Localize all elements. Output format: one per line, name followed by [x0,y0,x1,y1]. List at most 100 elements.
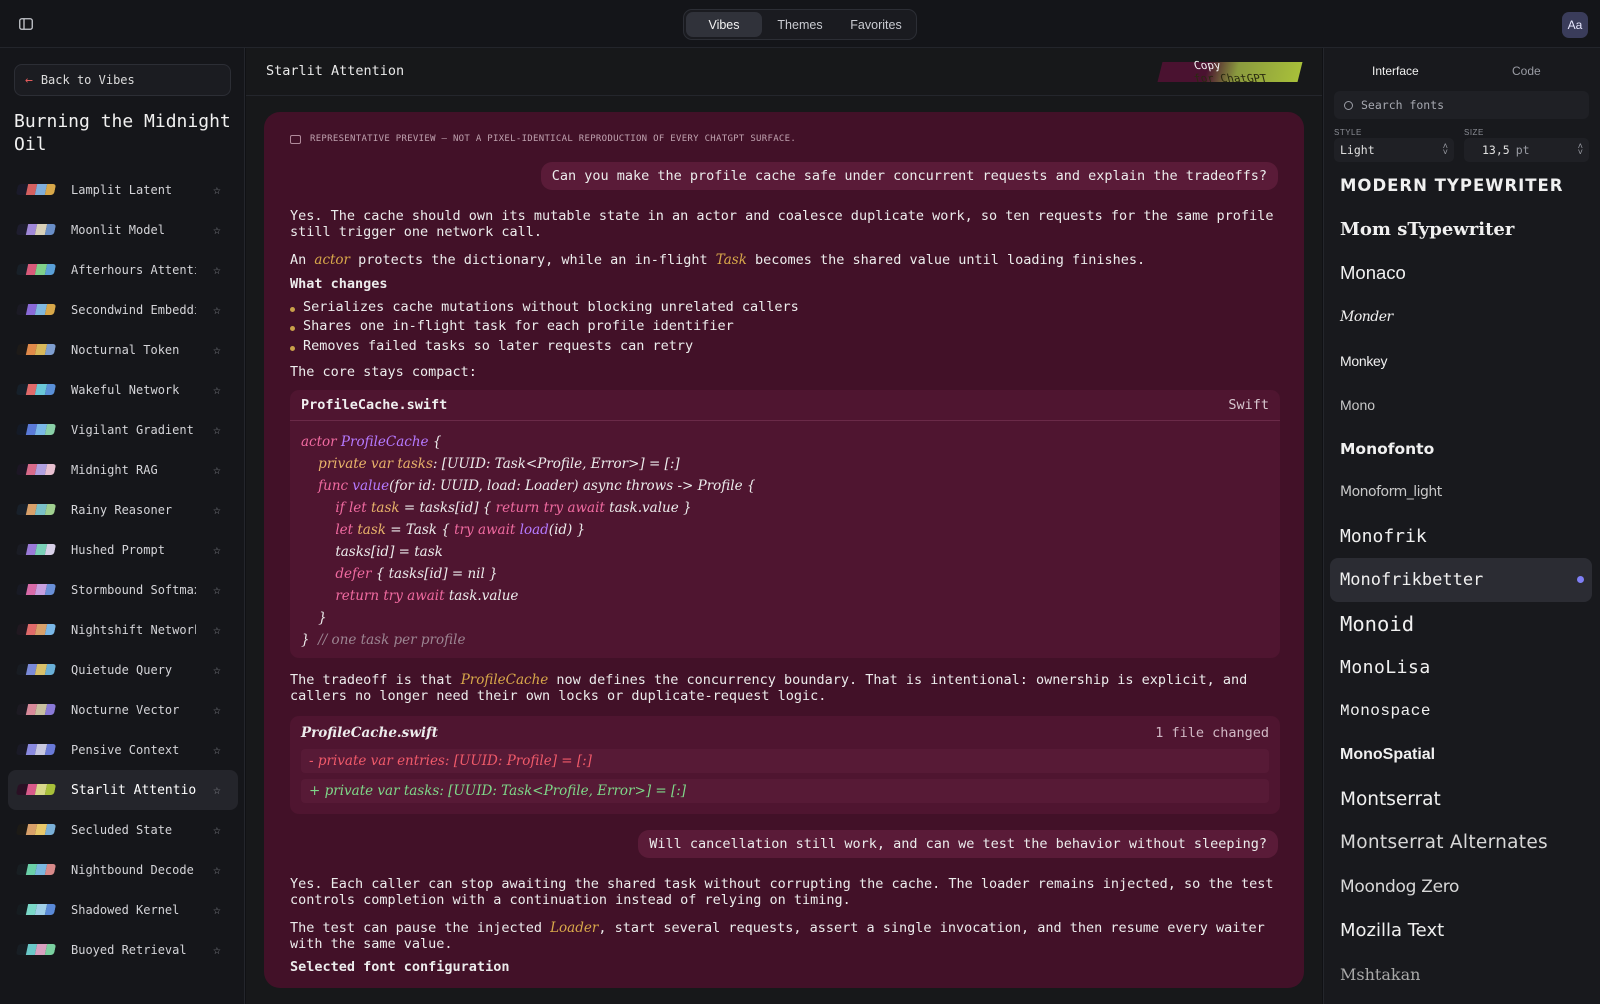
sidebar-toggle-button[interactable] [12,11,40,37]
star-icon[interactable]: ☆ [213,303,221,318]
font-list-item[interactable]: Mono [1330,383,1592,427]
star-icon[interactable]: ☆ [213,743,221,758]
star-icon[interactable]: ☆ [213,463,221,478]
vibe-group-title: Burning the Midnight Oil [14,111,231,155]
sidebar-item-vibe[interactable]: Buoyed Retrieval ☆ [8,930,238,970]
color-swatch [15,504,57,515]
diff-block: ProfileCache.swift 1 file changed - priv… [290,716,1280,814]
star-icon[interactable]: ☆ [213,623,221,638]
diff-line-removed: - private var entries: [UUID: Profile] =… [301,749,1269,773]
search-placeholder: Search fonts [1361,98,1445,112]
star-icon[interactable]: ☆ [213,543,221,558]
star-icon[interactable]: ☆ [213,943,221,958]
font-list-item[interactable]: Montserrat Alternates [1330,821,1592,865]
font-name: Mono [1340,396,1376,413]
star-icon[interactable]: ☆ [213,343,221,358]
star-icon[interactable]: ☆ [213,783,221,798]
sidebar-item-vibe[interactable]: Lamplit Latent ☆ [8,170,238,210]
color-swatch [15,624,57,635]
star-icon[interactable]: ☆ [213,183,221,198]
size-stepper[interactable]: 13,5 pt ˄ ˅ [1464,138,1589,162]
star-icon[interactable]: ☆ [213,423,221,438]
sidebar-item-vibe[interactable]: Vigilant Gradient ☆ [8,410,238,450]
vibe-name: Stormbound Softmax [71,583,196,597]
code-filename: ProfileCache.swift [301,397,448,413]
sidebar-item-vibe[interactable]: Quietude Query ☆ [8,650,238,690]
font-list-item[interactable]: Monder [1330,295,1592,339]
sidebar-item-vibe[interactable]: Hushed Prompt ☆ [8,530,238,570]
font-list-item[interactable]: Monoid [1330,602,1592,646]
sidebar-item-vibe[interactable]: Nocturne Vector ☆ [8,690,238,730]
font-panel-tabs: Interface Code [1324,62,1600,96]
font-list-item[interactable]: Mozilla Text [1330,909,1592,953]
user-message-2: Will cancellation still work, and can we… [638,830,1278,858]
vibe-name: Nightbound Decoder [71,863,196,877]
back-to-vibes-button[interactable]: ← Back to Vibes [14,64,231,96]
preview-header: Starlit Attention Copy for ChatGPT [246,48,1322,96]
font-list-item[interactable]: Mom sTypewriter [1330,208,1592,252]
style-select[interactable]: Light ˄ ˅ [1334,138,1454,162]
color-swatch [15,344,57,355]
tab-interface[interactable]: Interface [1372,64,1419,78]
font-settings-button[interactable]: Aa [1562,12,1588,38]
star-icon[interactable]: ☆ [213,503,221,518]
copy-for-chatgpt-button[interactable]: Copy for ChatGPT [1157,59,1303,85]
sidebar-item-vibe[interactable]: Midnight RAG ☆ [8,450,238,490]
tab-code[interactable]: Code [1512,64,1541,78]
sidebar-item-vibe[interactable]: Wakeful Network ☆ [8,370,238,410]
vibe-name: Nocturnal Token [71,343,180,357]
font-list-item[interactable]: Monofonto [1330,427,1592,471]
tab-favorites[interactable]: Favorites [838,12,914,37]
star-icon[interactable]: ☆ [213,383,221,398]
tab-vibes[interactable]: Vibes [686,12,762,37]
sidebar-item-vibe[interactable]: Secluded State ☆ [8,810,238,850]
copy-icon [290,134,301,144]
tab-themes[interactable]: Themes [762,12,838,37]
sidebar-item-vibe[interactable]: Nightbound Decoder ☆ [8,850,238,890]
sidebar-item-vibe[interactable]: Shadowed Kernel ☆ [8,890,238,930]
section-heading-2: Selected font configuration [290,959,510,975]
font-list-item[interactable]: MODERN TYPEWRITER [1330,164,1592,208]
font-search-input[interactable]: Search fonts [1334,91,1589,119]
vibe-list: Lamplit Latent ☆ Moonlit Model ☆ Afterhours … [8,170,238,970]
sidebar-item-vibe[interactable]: Afterhours Attenti… ☆ [8,250,238,290]
star-icon[interactable]: ☆ [213,903,221,918]
font-name: Monoform_light [1340,484,1442,501]
sidebar-item-vibe[interactable]: Rainy Reasoner ☆ [8,490,238,530]
font-list-item[interactable]: Monospace [1330,690,1592,734]
sidebar-item-vibe[interactable]: Stormbound Softmax ☆ [8,570,238,610]
list-item: Shares one in-flight task for each profi… [290,317,799,337]
star-icon[interactable]: ☆ [213,263,221,278]
color-swatch [15,864,57,875]
sidebar-item-vibe[interactable]: Starlit Attention ☆ [8,770,238,810]
sidebar-item-vibe[interactable]: Secondwind Embeddi… ☆ [8,290,238,330]
star-icon[interactable]: ☆ [213,663,221,678]
font-name: Mshtakan [1340,964,1421,984]
font-list-item[interactable]: Monkey [1330,339,1592,383]
color-swatch [15,224,57,235]
font-list: MODERN TYPEWRITER Mom sTypewriter Monaco Mo… [1330,164,1592,996]
font-name: Monofrik [1340,525,1427,547]
star-icon[interactable]: ☆ [213,823,221,838]
list-item: Serializes cache mutations without block… [290,297,799,317]
star-icon[interactable]: ☆ [213,223,221,238]
font-list-item[interactable]: MonoLisa [1330,646,1592,690]
star-icon[interactable]: ☆ [213,583,221,598]
font-panel: Interface Code Search fonts STYLE SIZE L… [1323,48,1600,1004]
font-list-item[interactable]: Monoform_light [1330,471,1592,515]
font-list-item[interactable]: Monaco [1330,252,1592,296]
font-name: MODERN TYPEWRITER [1340,176,1564,196]
sidebar-item-vibe[interactable]: Pensive Context ☆ [8,730,238,770]
star-icon[interactable]: ☆ [213,703,221,718]
font-list-item[interactable]: Monofrikbetter [1330,558,1592,602]
sidebar-item-vibe[interactable]: Moonlit Model ☆ [8,210,238,250]
color-swatch [15,944,57,955]
sidebar-item-vibe[interactable]: Nocturnal Token ☆ [8,330,238,370]
sidebar-item-vibe[interactable]: Nightshift Network ☆ [8,610,238,650]
font-list-item[interactable]: Montserrat [1330,777,1592,821]
font-list-item[interactable]: Mshtakan [1330,952,1592,996]
font-list-item[interactable]: Monofrik [1330,514,1592,558]
star-icon[interactable]: ☆ [213,863,221,878]
font-list-item[interactable]: Moondog Zero [1330,865,1592,909]
font-list-item[interactable]: MonoSpatial [1330,733,1592,777]
